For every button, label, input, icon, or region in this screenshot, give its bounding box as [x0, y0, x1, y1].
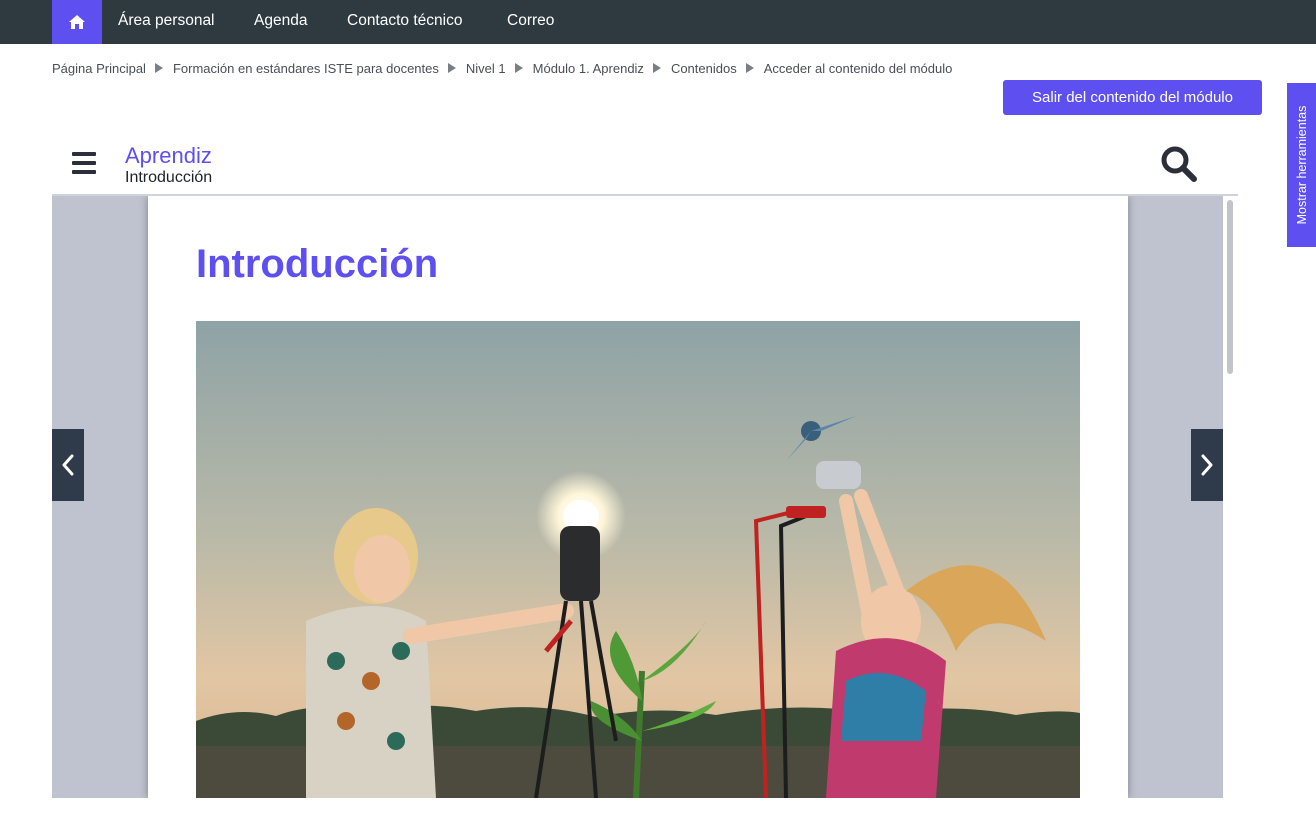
module-header: Aprendiz Introducción: [52, 138, 1238, 196]
breadcrumb-item-modulo[interactable]: Módulo 1. Aprendiz: [533, 61, 644, 76]
home-button[interactable]: [52, 0, 102, 44]
exit-module-content-button[interactable]: Salir del contenido del módulo: [1003, 80, 1262, 115]
content-reader: Introducción: [52, 196, 1238, 798]
chevron-right-icon: [1201, 454, 1213, 476]
breadcrumb-separator-icon: [514, 63, 523, 73]
top-navigation-bar: Área personal Agenda Contacto técnico Co…: [0, 0, 1316, 44]
breadcrumb-separator-icon: [745, 63, 754, 73]
scrollbar-thumb[interactable]: [1227, 200, 1233, 374]
hero-image: [196, 321, 1080, 798]
hamburger-menu-icon[interactable]: [72, 152, 96, 174]
show-tools-label: Mostrar herramientas: [1294, 105, 1309, 225]
home-icon: [69, 15, 85, 29]
search-icon[interactable]: [1159, 144, 1199, 184]
next-page-button[interactable]: [1191, 429, 1223, 501]
module-title: Aprendiz: [125, 143, 212, 168]
content-page: Introducción: [148, 196, 1128, 798]
breadcrumb: Página Principal Formación en estándares…: [52, 59, 952, 77]
breadcrumb-item-nivel[interactable]: Nivel 1: [466, 61, 506, 76]
show-tools-tab[interactable]: Mostrar herramientas: [1287, 83, 1316, 247]
nav-link-area-personal[interactable]: Área personal: [118, 0, 215, 44]
previous-page-button[interactable]: [52, 429, 84, 501]
breadcrumb-separator-icon: [154, 63, 163, 73]
chevron-left-icon: [62, 454, 74, 476]
module-subtitle: Introducción: [125, 169, 213, 186]
page-title: Introducción: [196, 242, 439, 286]
breadcrumb-item-contenidos[interactable]: Contenidos: [671, 61, 737, 76]
content-scrollbar[interactable]: [1223, 196, 1238, 798]
breadcrumb-item-formacion[interactable]: Formación en estándares ISTE para docent…: [173, 61, 439, 76]
nav-link-agenda[interactable]: Agenda: [254, 0, 307, 44]
nav-link-correo[interactable]: Correo: [507, 0, 554, 44]
breadcrumb-separator-icon: [447, 63, 456, 73]
breadcrumb-item-acceder[interactable]: Acceder al contenido del módulo: [764, 61, 953, 76]
nav-link-contacto-tecnico[interactable]: Contacto técnico: [347, 0, 462, 44]
breadcrumb-separator-icon: [652, 63, 661, 73]
breadcrumb-item-pagina-principal[interactable]: Página Principal: [52, 61, 146, 76]
